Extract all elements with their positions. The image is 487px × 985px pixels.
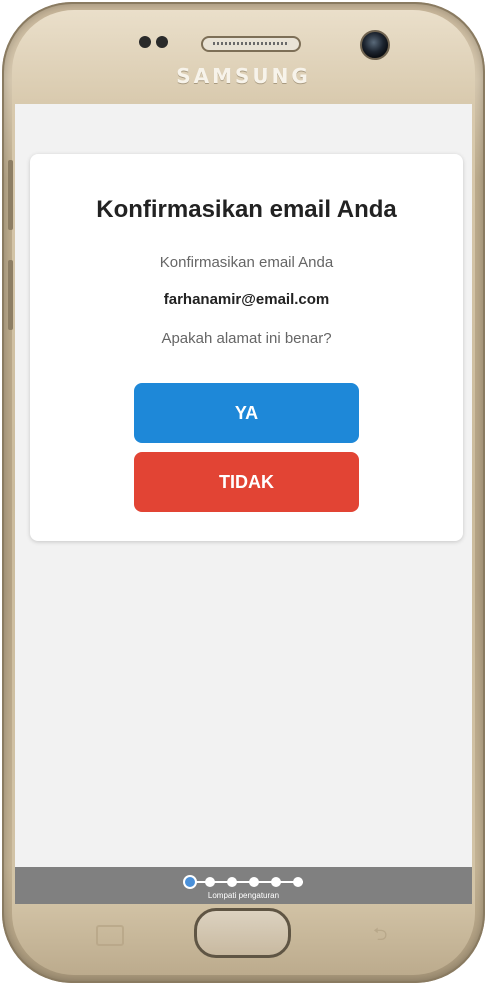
progress-dots — [183, 875, 309, 889]
progress-dot-active — [183, 875, 197, 889]
sensor-dot — [139, 36, 151, 48]
no-button[interactable]: TIDAK — [134, 452, 359, 512]
confirm-question: Apakah alamat ini benar? — [161, 330, 332, 347]
confirm-email-card: Konfirmasikan email Anda Konfirmasikan e… — [30, 154, 463, 541]
volume-button-down — [8, 260, 13, 330]
progress-dot — [293, 877, 303, 887]
volume-button-up — [8, 160, 13, 230]
progress-dot — [249, 877, 259, 887]
recent-apps-icon[interactable] — [96, 925, 124, 946]
skip-setup-link[interactable]: Lompati pengaturan — [15, 891, 472, 900]
progress-dot — [205, 877, 215, 887]
progress-dot — [271, 877, 281, 887]
home-button[interactable] — [194, 908, 291, 958]
sensor-dot — [156, 36, 168, 48]
progress-dot — [227, 877, 237, 887]
page-title: Konfirmasikan email Anda — [96, 196, 397, 223]
device-brand: SAMSUNG — [176, 64, 311, 88]
dialog-subtitle: Konfirmasikan email Anda — [159, 254, 334, 271]
email-address: farhanamir@email.com — [163, 291, 330, 308]
back-icon[interactable]: ⮌ — [373, 926, 401, 944]
yes-button[interactable]: YA — [134, 383, 359, 443]
setup-progress-bar: Lompati pengaturan — [15, 867, 472, 904]
front-camera-icon — [360, 30, 390, 60]
screen: Konfirmasikan email Anda Konfirmasikan e… — [15, 104, 472, 904]
earpiece-speaker — [201, 36, 301, 52]
